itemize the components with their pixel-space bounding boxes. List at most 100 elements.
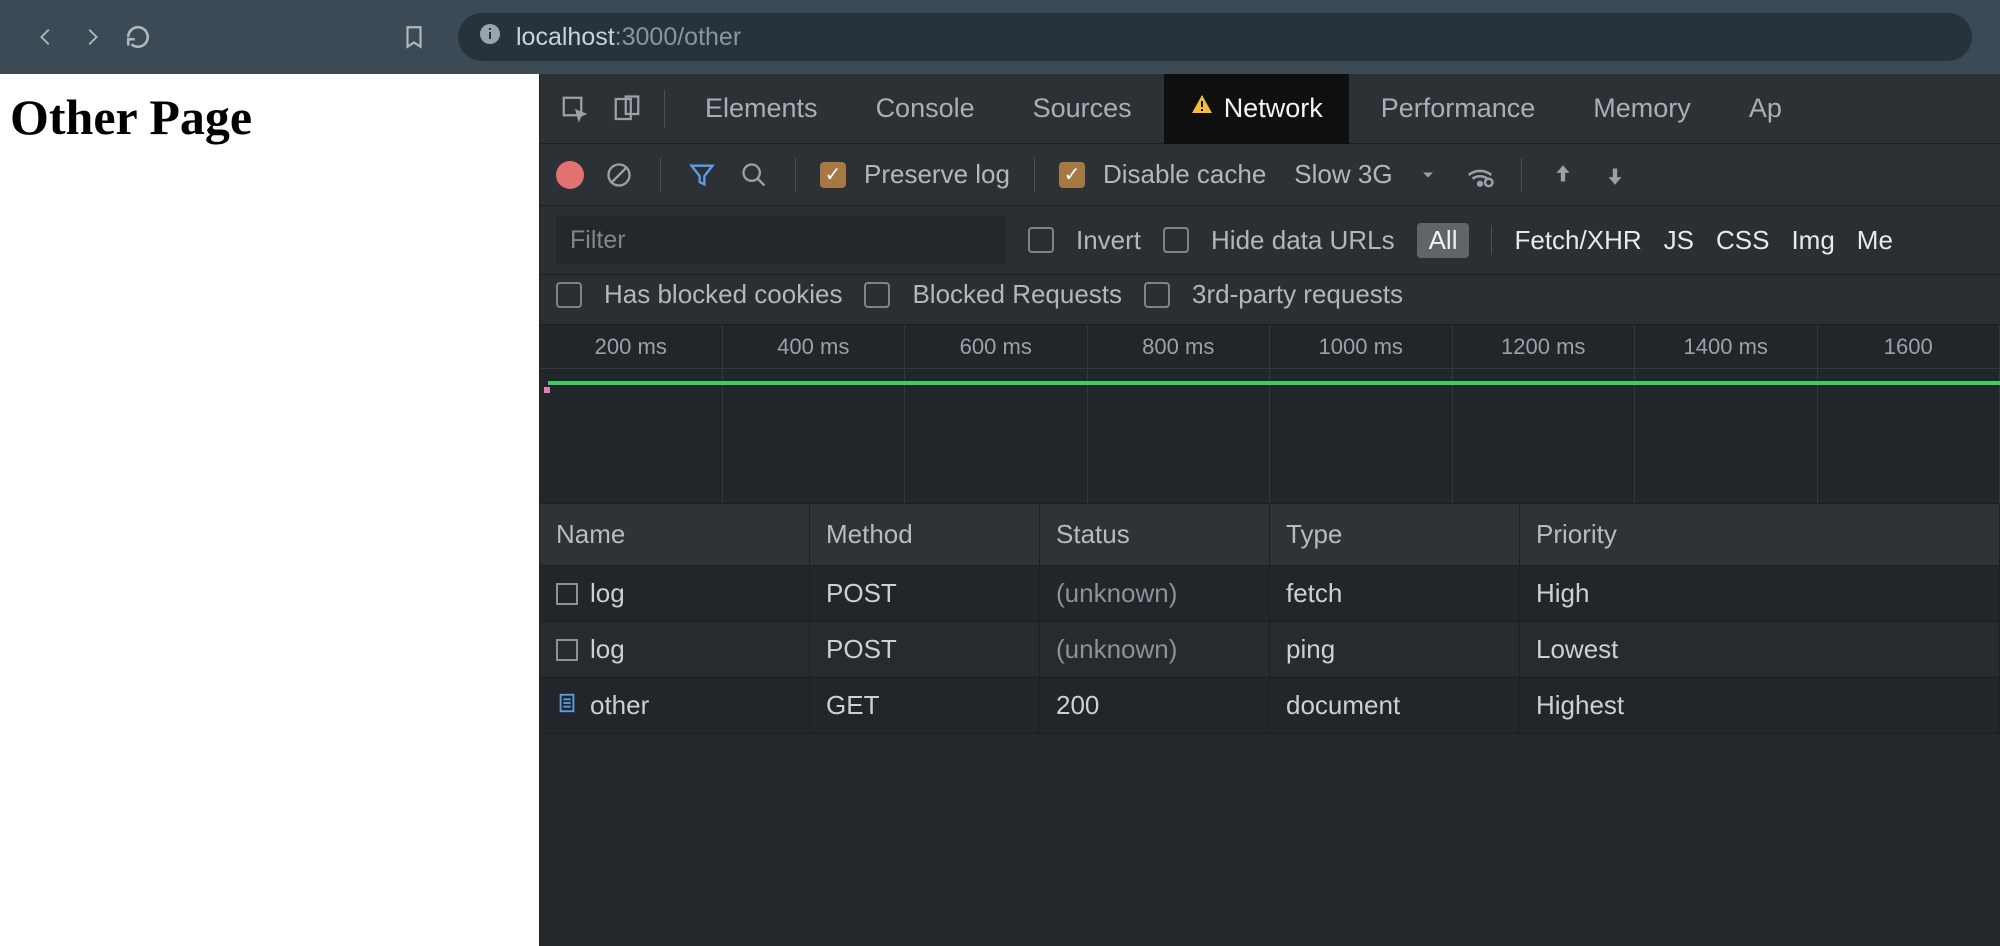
page-content: Other Page	[0, 74, 540, 946]
request-name: log	[590, 634, 625, 665]
network-toolbar: ✓ Preserve log ✓ Disable cache Slow 3G	[540, 144, 2000, 206]
separator	[660, 158, 661, 192]
document-icon	[556, 690, 578, 721]
col-status[interactable]: Status	[1040, 504, 1270, 566]
timeline-tick: 1400 ms	[1635, 325, 1818, 368]
filter-type-all[interactable]: All	[1417, 223, 1470, 258]
cell-name: other	[540, 678, 810, 734]
timeline[interactable]: 200 ms400 ms600 ms800 ms1000 ms1200 ms14…	[540, 325, 2000, 504]
request-name: other	[590, 690, 649, 721]
cell-status: (unknown)	[1040, 622, 1270, 678]
tab-memory[interactable]: Memory	[1567, 74, 1717, 144]
col-priority[interactable]: Priority	[1520, 504, 2000, 566]
cell-name: log	[540, 622, 810, 678]
filter-input[interactable]	[556, 216, 1006, 264]
disable-cache-checkbox[interactable]: ✓	[1059, 162, 1085, 188]
filter-type-media[interactable]: Me	[1857, 225, 1893, 256]
filter-bar-row2: Has blocked cookies Blocked Requests 3rd…	[540, 275, 2000, 325]
timeline-tick: 400 ms	[723, 325, 906, 368]
network-table: Name Method Status Type Priority log POST…	[540, 504, 2000, 946]
cell-method: POST	[810, 566, 1040, 622]
cell-type: ping	[1270, 622, 1520, 678]
filter-toggle-icon[interactable]	[685, 158, 719, 192]
forward-button[interactable]	[74, 19, 110, 55]
timeline-tick: 1000 ms	[1270, 325, 1453, 368]
separator	[1491, 225, 1492, 255]
device-toggle-icon[interactable]	[604, 86, 650, 132]
table-row[interactable]: log POST(unknown)fetchHigh	[540, 566, 2000, 622]
separator	[1034, 158, 1035, 192]
blocked-cookies-checkbox[interactable]	[556, 282, 582, 308]
cell-priority: Lowest	[1520, 622, 2000, 678]
inspect-icon[interactable]	[552, 86, 598, 132]
throttle-select[interactable]: Slow 3G	[1294, 159, 1392, 190]
cell-method: POST	[810, 622, 1040, 678]
browser-toolbar: localhost:3000/other	[0, 0, 2000, 74]
disable-cache-label: Disable cache	[1103, 159, 1266, 190]
url-path: :3000/other	[615, 23, 742, 52]
timeline-ruler: 200 ms400 ms600 ms800 ms1000 ms1200 ms14…	[540, 325, 2000, 369]
reload-button[interactable]	[120, 19, 156, 55]
separator	[795, 158, 796, 192]
hide-data-urls-label: Hide data URLs	[1211, 225, 1395, 256]
invert-checkbox[interactable]	[1028, 227, 1054, 253]
timeline-marker	[544, 387, 550, 393]
third-party-label: 3rd-party requests	[1192, 279, 1403, 310]
timeline-tick: 1200 ms	[1453, 325, 1636, 368]
tab-application[interactable]: Ap	[1723, 74, 1808, 144]
resource-icon	[556, 583, 578, 605]
page-heading: Other Page	[10, 88, 529, 146]
preserve-log-label: Preserve log	[864, 159, 1010, 190]
timeline-body	[540, 369, 2000, 503]
request-name: log	[590, 578, 625, 609]
cell-status: 200	[1040, 678, 1270, 734]
bookmark-button[interactable]	[396, 19, 432, 55]
col-type[interactable]: Type	[1270, 504, 1520, 566]
tab-sources[interactable]: Sources	[1007, 74, 1158, 144]
record-button[interactable]	[556, 161, 584, 189]
third-party-checkbox[interactable]	[1144, 282, 1170, 308]
cell-method: GET	[810, 678, 1040, 734]
table-row[interactable]: log POST(unknown)pingLowest	[540, 622, 2000, 678]
cell-priority: High	[1520, 566, 2000, 622]
filter-type-img[interactable]: Img	[1791, 225, 1834, 256]
separator	[1521, 158, 1522, 192]
tab-performance[interactable]: Performance	[1355, 74, 1562, 144]
cell-status: (unknown)	[1040, 566, 1270, 622]
cell-name: log	[540, 566, 810, 622]
site-info-icon[interactable]	[478, 22, 502, 53]
tab-network[interactable]: Network	[1164, 74, 1349, 144]
table-header: Name Method Status Type Priority	[540, 504, 2000, 566]
back-button[interactable]	[28, 19, 64, 55]
cell-priority: Highest	[1520, 678, 2000, 734]
timeline-activity-line	[548, 381, 2000, 385]
preserve-log-checkbox[interactable]: ✓	[820, 162, 846, 188]
chevron-down-icon[interactable]	[1411, 158, 1445, 192]
resource-icon	[556, 639, 578, 661]
col-method[interactable]: Method	[810, 504, 1040, 566]
separator	[664, 90, 665, 128]
tab-console[interactable]: Console	[850, 74, 1001, 144]
filter-bar: Invert Hide data URLs All Fetch/XHR JS C…	[540, 206, 2000, 275]
network-conditions-icon[interactable]	[1463, 158, 1497, 192]
filter-type-js[interactable]: JS	[1664, 225, 1694, 256]
url-host: localhost	[516, 23, 615, 52]
blocked-requests-checkbox[interactable]	[864, 282, 890, 308]
table-row[interactable]: otherGET200documentHighest	[540, 678, 2000, 734]
tab-elements[interactable]: Elements	[679, 74, 844, 144]
filter-type-fetch-xhr[interactable]: Fetch/XHR	[1514, 225, 1641, 256]
download-har-icon[interactable]	[1598, 158, 1632, 192]
address-bar[interactable]: localhost:3000/other	[458, 13, 1972, 61]
blocked-cookies-label: Has blocked cookies	[604, 279, 842, 310]
hide-data-urls-checkbox[interactable]	[1163, 227, 1189, 253]
cell-type: fetch	[1270, 566, 1520, 622]
timeline-tick: 1600	[1818, 325, 2000, 368]
clear-button[interactable]	[602, 158, 636, 192]
col-name[interactable]: Name	[540, 504, 810, 566]
tab-network-label: Network	[1224, 93, 1323, 124]
filter-type-css[interactable]: CSS	[1716, 225, 1769, 256]
search-icon[interactable]	[737, 158, 771, 192]
timeline-tick: 200 ms	[540, 325, 723, 368]
timeline-tick: 800 ms	[1088, 325, 1271, 368]
upload-har-icon[interactable]	[1546, 158, 1580, 192]
